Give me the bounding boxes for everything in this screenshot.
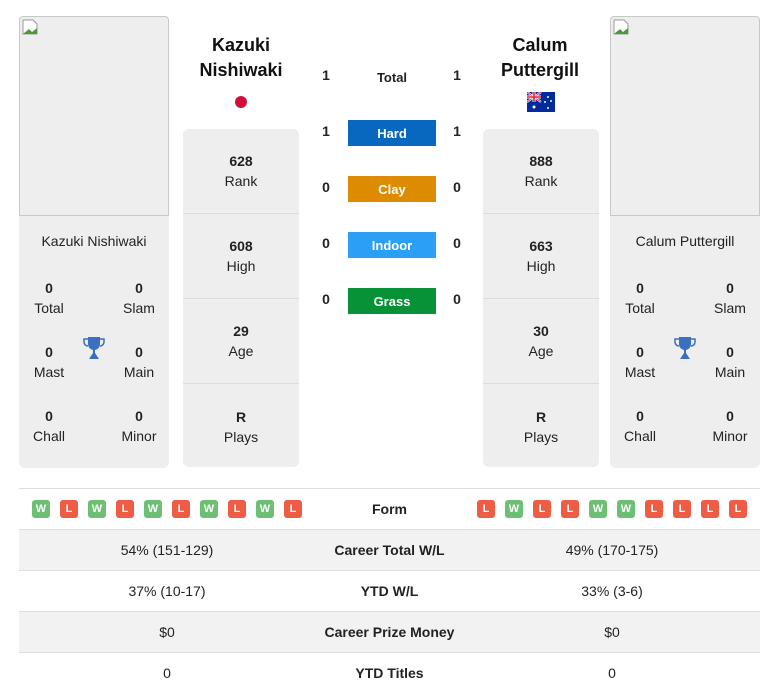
ytd-wl-label: YTD W/L	[360, 583, 419, 599]
form-badge-loss[interactable]: L	[116, 500, 134, 518]
trophy-icon	[83, 337, 105, 359]
player2-slam-titles: 0 Slam	[714, 280, 746, 316]
japan-flag-icon	[235, 96, 247, 108]
h2h-grass-p2: 0	[453, 291, 461, 307]
player1-photo	[19, 16, 169, 216]
player1-career-wl: 54% (151-129)	[120, 542, 214, 558]
player2-age: 30 Age	[483, 299, 599, 384]
player2-ytd-wl: 33% (3-6)	[581, 583, 643, 599]
form-badge-loss[interactable]: L	[729, 500, 747, 518]
form-badge-win[interactable]: W	[88, 500, 106, 518]
player2-plays: R Plays	[523, 408, 559, 445]
player1-card-name: Kazuki Nishiwaki	[41, 233, 147, 249]
h2h-total-p2: 1	[453, 67, 461, 83]
player2-card-name: Calum Puttergill	[635, 233, 735, 249]
form-badge-loss[interactable]: L	[673, 500, 691, 518]
h2h-hard-p2: 1	[453, 123, 461, 139]
player1-name-heading[interactable]: Kazuki Nishiwaki	[183, 33, 299, 83]
form-badge-win[interactable]: W	[200, 500, 218, 518]
player2-main-titles: 0 Main	[714, 344, 746, 380]
form-badge-loss[interactable]: L	[284, 500, 302, 518]
player1-rank: 628 Rank	[183, 129, 299, 214]
broken-image-icon	[613, 19, 629, 35]
form-badge-win[interactable]: W	[32, 500, 50, 518]
form-badge-loss[interactable]: L	[561, 500, 579, 518]
form-badge-win[interactable]: W	[256, 500, 274, 518]
h2h-indoor-p2: 0	[453, 235, 461, 251]
surface-clay-badge[interactable]: Clay	[348, 176, 436, 202]
h2h-hard-p1: 1	[322, 123, 330, 139]
player2-ytd-titles: 0	[608, 665, 616, 681]
player1-ytd-wl: 37% (10-17)	[128, 583, 206, 599]
player1-info-card: 628 Rank 608 High 29 Age R Plays	[183, 129, 299, 467]
career-wl-label: Career Total W/L	[334, 542, 445, 558]
player1-chall-titles: 0 Chall	[33, 408, 65, 444]
form-badge-loss[interactable]: L	[228, 500, 246, 518]
form-badge-loss[interactable]: L	[60, 500, 78, 518]
player1-titles-card: Kazuki Nishiwaki 0 Total 0 Slam 0 Mast 0 Mai…	[19, 216, 169, 468]
ytd-titles-label: YTD Titles	[355, 665, 424, 681]
broken-image-icon	[22, 19, 38, 35]
form-badge-win[interactable]: W	[144, 500, 162, 518]
player2-photo	[610, 16, 760, 216]
ytd-titles-row: 0 YTD Titles 0	[19, 652, 760, 693]
prize-label: Career Prize Money	[324, 624, 455, 640]
player1-form: WLWLWLWLWL	[19, 500, 315, 518]
player2-titles-card: Calum Puttergill 0 Total 0 Slam 0 Mast 0 Mai…	[610, 216, 760, 468]
form-badge-loss[interactable]: L	[701, 500, 719, 518]
form-badge-win[interactable]: W	[589, 500, 607, 518]
form-badge-win[interactable]: W	[617, 500, 635, 518]
player2-total-titles: 0 Total	[625, 280, 655, 316]
trophy-icon	[674, 337, 696, 359]
prize-money-row: $0 Career Prize Money $0	[19, 611, 760, 652]
form-badge-win[interactable]: W	[505, 500, 523, 518]
player2-chall-titles: 0 Chall	[624, 408, 656, 444]
australia-flag-icon	[527, 92, 555, 112]
player2-name-heading[interactable]: Calum Puttergill	[482, 33, 598, 83]
form-badge-loss[interactable]: L	[645, 500, 663, 518]
player2-high: 663 High	[483, 214, 599, 299]
surface-indoor-badge[interactable]: Indoor	[348, 232, 436, 258]
h2h-clay-p2: 0	[453, 179, 461, 195]
player1-plays: R Plays	[223, 408, 259, 445]
player1-age: 29 Age	[183, 299, 299, 384]
h2h-total-p1: 1	[322, 67, 330, 83]
player2-career-wl: 49% (170-175)	[565, 542, 659, 558]
player1-ytd-titles: 0	[163, 665, 171, 681]
player1-main-titles: 0 Main	[123, 344, 155, 380]
form-badge-loss[interactable]: L	[172, 500, 190, 518]
form-label: Form	[372, 501, 407, 517]
player1-minor-titles: 0 Minor	[121, 408, 157, 444]
player1-slam-titles: 0 Slam	[123, 280, 155, 316]
career-wl-row: 54% (151-129) Career Total W/L 49% (170-…	[19, 529, 760, 570]
player2-rank: 888 Rank	[483, 129, 599, 214]
h2h-total-label: Total	[376, 70, 408, 85]
comparison-table: WLWLWLWLWL Form LWLLWWLLLL 54% (151-129)…	[19, 488, 760, 693]
surface-hard-badge[interactable]: Hard	[348, 120, 436, 146]
player2-prize: $0	[604, 624, 620, 640]
h2h-clay-p1: 0	[322, 179, 330, 195]
player1-total-titles: 0 Total	[34, 280, 64, 316]
player1-prize: $0	[159, 624, 175, 640]
ytd-wl-row: 37% (10-17) YTD W/L 33% (3-6)	[19, 570, 760, 611]
player2-minor-titles: 0 Minor	[712, 408, 748, 444]
form-row: WLWLWLWLWL Form LWLLWWLLLL	[19, 488, 760, 529]
h2h-grass-p1: 0	[322, 291, 330, 307]
player2-form: LWLLWWLLLL	[464, 500, 760, 518]
form-badge-loss[interactable]: L	[477, 500, 495, 518]
player1-mast-titles: 0 Mast	[33, 344, 65, 380]
player2-mast-titles: 0 Mast	[624, 344, 656, 380]
form-badge-loss[interactable]: L	[533, 500, 551, 518]
player1-high: 608 High	[183, 214, 299, 299]
player2-info-card: 888 Rank 663 High 30 Age R Plays	[483, 129, 599, 467]
surface-grass-badge[interactable]: Grass	[348, 288, 436, 314]
h2h-indoor-p1: 0	[322, 235, 330, 251]
